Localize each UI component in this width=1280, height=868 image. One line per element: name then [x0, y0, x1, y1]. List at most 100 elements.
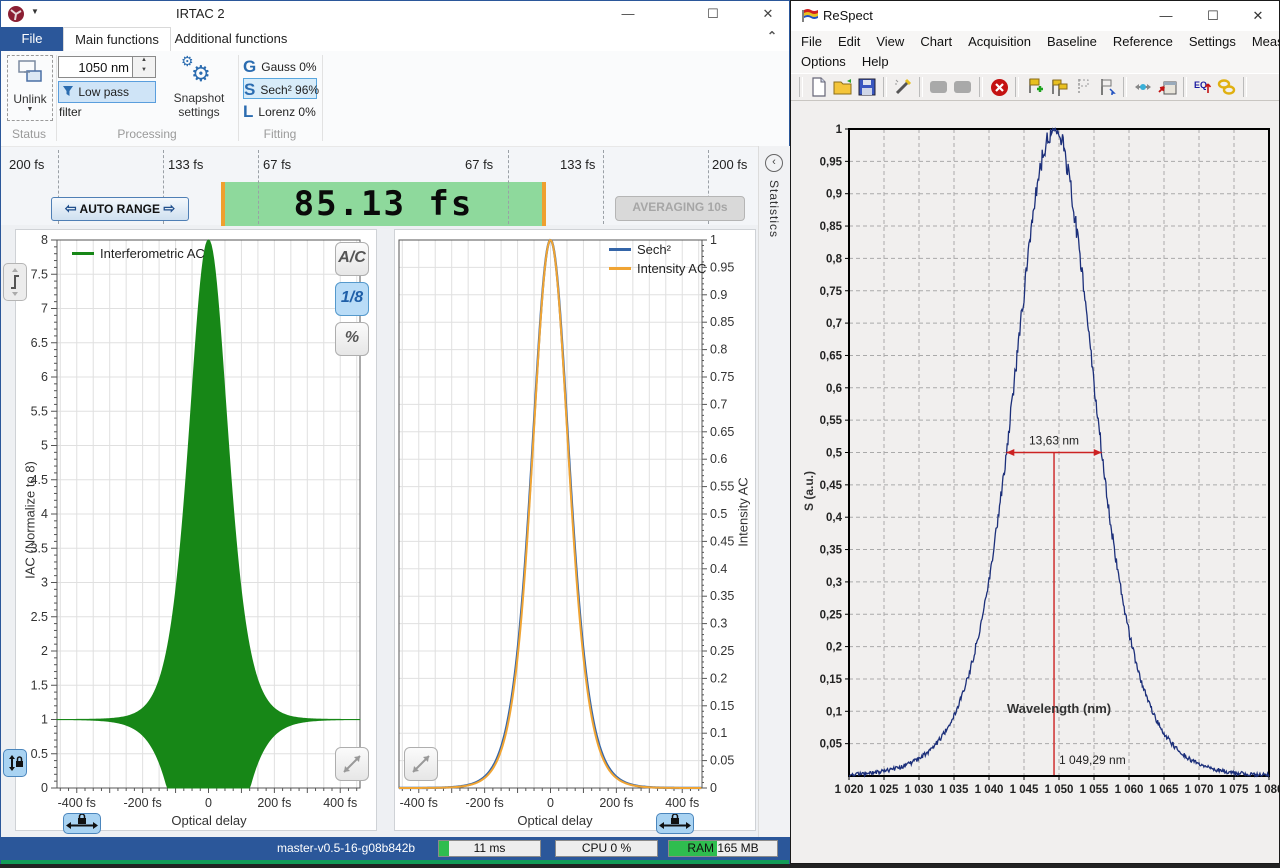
wavelength-spinner[interactable]: 1050 nm ▲ ▼ [58, 56, 156, 78]
svg-text:1 070: 1 070 [1185, 784, 1214, 796]
menu-baseline[interactable]: Baseline [1039, 32, 1105, 51]
sech2-letter-icon: S [244, 80, 255, 99]
cursor-move-icon[interactable] [1131, 76, 1155, 98]
percent-button[interactable]: % [335, 322, 369, 356]
fit-view-button[interactable] [404, 747, 438, 781]
svg-text:1 049,29 nm: 1 049,29 nm [1059, 753, 1126, 767]
toolbar-separator [1243, 77, 1247, 97]
averaging-button[interactable]: AVERAGING 10s [615, 196, 745, 221]
spectrum-y-axis-title: S (a.u.) [802, 471, 816, 511]
fit-lorenz-button[interactable]: LLorenz 0% [243, 101, 317, 122]
fit-view-button[interactable] [335, 747, 369, 781]
menu-file[interactable]: File [793, 32, 830, 51]
maximize-icon[interactable]: ☐ [1196, 3, 1230, 29]
menu-acquisition[interactable]: Acquisition [960, 32, 1039, 51]
save-icon[interactable] [855, 76, 879, 98]
probe-setup-icon[interactable] [891, 76, 915, 98]
svg-text:200 fs: 200 fs [257, 796, 291, 810]
svg-text:200 fs: 200 fs [599, 796, 633, 810]
svg-text:0.25: 0.25 [710, 644, 734, 658]
svg-text:0,05: 0,05 [820, 739, 843, 751]
ac-ratio-button[interactable]: A/C [335, 242, 369, 276]
menu-reference[interactable]: Reference [1105, 32, 1181, 51]
menu-view[interactable]: View [868, 32, 912, 51]
ram-indicator[interactable]: RAM 165 MB [668, 840, 778, 857]
svg-text:0.65: 0.65 [710, 425, 734, 439]
svg-text:0,5: 0,5 [826, 448, 843, 460]
svg-text:0.05: 0.05 [710, 754, 734, 768]
export-window-icon[interactable] [1155, 76, 1179, 98]
svg-text:1 055: 1 055 [1080, 784, 1109, 796]
menu-options[interactable]: Options [793, 52, 854, 71]
y-axis-lock-button[interactable] [3, 749, 27, 777]
statistics-expand-icon[interactable]: ‹ [765, 154, 783, 172]
x-axis-lock-button-left[interactable] [63, 813, 101, 834]
measured-pulse-width-display: 85.13 fs [221, 182, 546, 226]
ribbon-collapse-icon[interactable]: ⌃ [767, 29, 777, 43]
quick-access-dropdown-icon[interactable]: ▼ [31, 7, 39, 16]
autoscale-y-button[interactable] [3, 263, 27, 301]
stop-icon[interactable] [987, 76, 1011, 98]
markers-icon[interactable] [1047, 76, 1071, 98]
menu-measure[interactable]: Measure [1244, 32, 1280, 51]
loop-time-indicator[interactable]: 11 ms [438, 840, 541, 857]
svg-text:0.2: 0.2 [710, 671, 727, 685]
svg-text:-400 fs: -400 fs [58, 796, 96, 810]
tab-file[interactable]: File [1, 27, 63, 51]
auto-range-button[interactable]: ⇦ AUTO RANGE ⇨ [51, 197, 189, 221]
svg-text:13,63 nm: 13,63 nm [1029, 434, 1079, 448]
unlink-button[interactable]: Unlink ▼ [7, 55, 53, 121]
iac-y-axis-title: IAC (Normalize to 8) [23, 461, 38, 579]
interferometric-chart: 00.511.522.533.544.555.566.577.58-400 fs… [16, 230, 376, 830]
one-eighth-button[interactable]: 1/8 [335, 282, 369, 316]
fit-gauss-button[interactable]: GGauss 0% [243, 56, 317, 77]
respect-toolbar: EQ [791, 73, 1279, 101]
menu-chart[interactable]: Chart [912, 32, 960, 51]
filter-funnel-icon [62, 85, 75, 98]
measured-value: 85.13 fs [294, 184, 474, 224]
cpu-indicator[interactable]: CPU 0 % [555, 840, 658, 857]
marker-add-icon[interactable] [1023, 76, 1047, 98]
marker-dashed-icon[interactable] [1071, 76, 1095, 98]
link-spectra-icon[interactable] [1215, 76, 1239, 98]
low-pass-filter-button[interactable]: Low pass filter [58, 81, 156, 103]
svg-text:0.9: 0.9 [710, 288, 727, 302]
toolbar-separator [883, 77, 887, 97]
menu-help[interactable]: Help [854, 52, 897, 71]
autoscale-icon [4, 264, 26, 300]
close-icon[interactable]: ✕ [1241, 3, 1275, 29]
maximize-icon[interactable]: ☐ [690, 1, 736, 27]
x-axis-lock-button-mid[interactable] [656, 813, 694, 834]
svg-text:1 050: 1 050 [1045, 784, 1074, 796]
legend-label: Sech² [637, 242, 671, 257]
close-icon[interactable]: ✕ [745, 1, 791, 27]
svg-text:1.5: 1.5 [31, 678, 48, 692]
svg-text:0: 0 [547, 796, 554, 810]
acquire-reference-icon[interactable] [951, 76, 975, 98]
svg-text:0.15: 0.15 [710, 699, 734, 713]
marker-goto-icon[interactable] [1095, 76, 1119, 98]
svg-text:0,75: 0,75 [820, 286, 843, 298]
new-document-icon[interactable] [807, 76, 831, 98]
statistics-tab[interactable]: Statistics [767, 180, 781, 238]
loop-time-gauge [439, 841, 449, 856]
menu-settings[interactable]: Settings [1181, 32, 1244, 51]
svg-text:6.5: 6.5 [31, 336, 48, 350]
fit-sech2-button[interactable]: SSech² 96% [243, 78, 317, 99]
scale-label: 200 fs [712, 157, 747, 172]
svg-text:0.6: 0.6 [710, 452, 727, 466]
minimize-icon[interactable]: — [1149, 3, 1183, 29]
tab-additional-functions[interactable]: Additional functions [171, 27, 291, 51]
charts-area: 00.511.522.533.544.555.566.577.58-400 fs… [1, 225, 758, 837]
equation-icon[interactable]: EQ [1191, 76, 1215, 98]
gauss-label: Gauss 0% [261, 60, 316, 74]
minimize-icon[interactable]: — [605, 1, 651, 27]
cursor-right [542, 182, 546, 226]
open-file-icon[interactable] [831, 76, 855, 98]
irtac-app-icon[interactable] [7, 5, 25, 23]
spinner-down-icon[interactable]: ▼ [133, 67, 155, 77]
acquire-dark-icon[interactable] [927, 76, 951, 98]
tab-main-functions[interactable]: Main functions [63, 27, 171, 51]
menu-edit[interactable]: Edit [830, 32, 868, 51]
svg-text:1: 1 [710, 233, 717, 247]
